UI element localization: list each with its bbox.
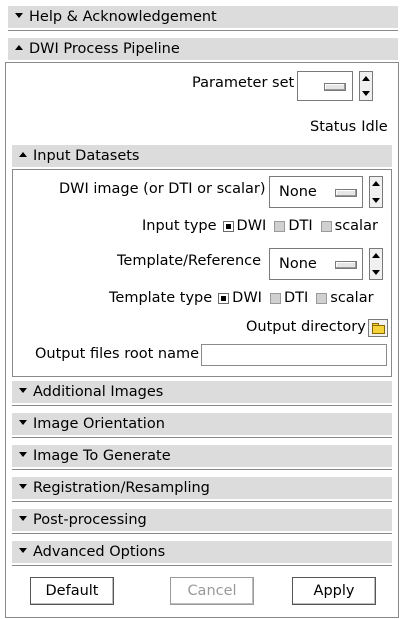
- arrow-up-icon: [362, 76, 370, 81]
- section-image-orientation-label: Image Orientation: [33, 416, 165, 432]
- collapse-icon: [19, 151, 27, 157]
- expand-icon: [19, 419, 27, 425]
- arrow-up-icon: [372, 181, 380, 186]
- input-type-row: Input type DWI DTI scalar: [142, 218, 378, 234]
- section-registration-header[interactable]: Registration/Resampling: [12, 477, 392, 501]
- template-type-dwi-label: DWI: [232, 290, 262, 306]
- spin-up-button[interactable]: [360, 72, 372, 86]
- section-registration-label: Registration/Resampling: [33, 480, 210, 496]
- menu-indicator-icon: [335, 261, 357, 269]
- expand-icon: [19, 387, 27, 393]
- spin-down-button[interactable]: [360, 86, 372, 100]
- input-type-dwi-label: DWI: [236, 218, 267, 234]
- status-label: Status: [310, 119, 357, 135]
- section-advanced-options-header[interactable]: Advanced Options: [12, 541, 392, 565]
- input-type-dti-label: DTI: [288, 218, 313, 234]
- collapse-icon: [15, 44, 23, 50]
- input-type-dwi-checkbox[interactable]: [222, 220, 234, 232]
- spin-up-button[interactable]: [370, 249, 382, 264]
- spin-down-button[interactable]: [370, 264, 382, 279]
- folder-icon[interactable]: [368, 319, 388, 337]
- dwi-image-menu[interactable]: None: [269, 176, 363, 208]
- cancel-button[interactable]: Cancel: [170, 577, 254, 605]
- parameter-set-label: Parameter set: [192, 75, 295, 91]
- section-input-datasets-label: Input Datasets: [33, 148, 140, 164]
- status-value: Idle: [361, 119, 388, 135]
- input-type-scalar-checkbox[interactable]: [320, 220, 332, 232]
- section-advanced-options-label: Advanced Options: [33, 544, 166, 560]
- template-type-dwi-checkbox[interactable]: [218, 292, 230, 304]
- output-root-label: Output files root name: [35, 346, 200, 362]
- expand-icon: [19, 451, 27, 457]
- pipeline-panel: Parameter set Status Idle Input Datasets…: [5, 62, 399, 618]
- template-spinner[interactable]: [369, 248, 383, 280]
- output-root-input[interactable]: [201, 344, 387, 366]
- apply-button[interactable]: Apply: [292, 577, 376, 605]
- input-type-dti-checkbox[interactable]: [274, 220, 286, 232]
- arrow-down-icon: [362, 91, 370, 96]
- expand-icon: [19, 483, 27, 489]
- section-additional-images-label: Additional Images: [33, 384, 164, 400]
- spin-up-button[interactable]: [370, 177, 382, 192]
- template-type-label: Template type: [109, 290, 213, 306]
- output-directory-label: Output directory: [246, 319, 366, 335]
- section-post-processing-label: Post-processing: [33, 512, 147, 528]
- arrow-down-icon: [372, 198, 380, 203]
- template-type-scalar-checkbox[interactable]: [316, 292, 328, 304]
- template-value: None: [279, 256, 317, 272]
- section-image-orientation-header[interactable]: Image Orientation: [12, 413, 392, 437]
- template-label: Template/Reference: [117, 253, 262, 269]
- section-additional-images-header[interactable]: Additional Images: [12, 381, 392, 405]
- section-help-header[interactable]: Help & Acknowledgement: [8, 6, 398, 30]
- expand-icon: [19, 547, 27, 553]
- section-image-to-generate-header[interactable]: Image To Generate: [12, 445, 392, 469]
- arrow-up-icon: [372, 253, 380, 258]
- arrow-down-icon: [372, 270, 380, 275]
- parameter-set-spinner[interactable]: [359, 71, 373, 101]
- section-pipeline-label: DWI Process Pipeline: [29, 41, 180, 57]
- template-menu[interactable]: None: [269, 248, 363, 280]
- template-type-scalar-label: scalar: [330, 290, 374, 306]
- section-help-label: Help & Acknowledgement: [29, 9, 217, 25]
- dwi-image-value: None: [279, 184, 317, 200]
- dwi-image-spinner[interactable]: [369, 176, 383, 208]
- pipeline-inner: Input Datasets DWI image (or DTI or scal…: [12, 145, 392, 615]
- section-post-processing-header[interactable]: Post-processing: [12, 509, 392, 533]
- template-type-row: Template type DWI DTI scalar: [109, 290, 374, 306]
- expand-icon: [19, 515, 27, 521]
- input-type-label: Input type: [142, 218, 217, 234]
- input-type-scalar-label: scalar: [334, 218, 378, 234]
- template-type-dti-checkbox[interactable]: [269, 292, 281, 304]
- section-image-to-generate-label: Image To Generate: [33, 448, 171, 464]
- section-pipeline-header[interactable]: DWI Process Pipeline: [8, 38, 398, 62]
- template-type-dti-label: DTI: [283, 290, 309, 306]
- spin-down-button[interactable]: [370, 192, 382, 207]
- parameter-set-menu[interactable]: [297, 71, 353, 101]
- default-button[interactable]: Default: [30, 577, 114, 605]
- menu-indicator-icon: [324, 83, 346, 91]
- menu-indicator-icon: [335, 189, 357, 197]
- input-datasets-panel: DWI image (or DTI or scalar) None Input …: [12, 169, 392, 377]
- dwi-image-label: DWI image (or DTI or scalar): [59, 181, 266, 197]
- expand-icon: [15, 12, 23, 18]
- section-input-datasets-header[interactable]: Input Datasets: [12, 145, 392, 169]
- dwi-process-window: Help & Acknowledgement DWI Process Pipel…: [4, 4, 399, 618]
- status-display: Status Idle: [310, 119, 388, 135]
